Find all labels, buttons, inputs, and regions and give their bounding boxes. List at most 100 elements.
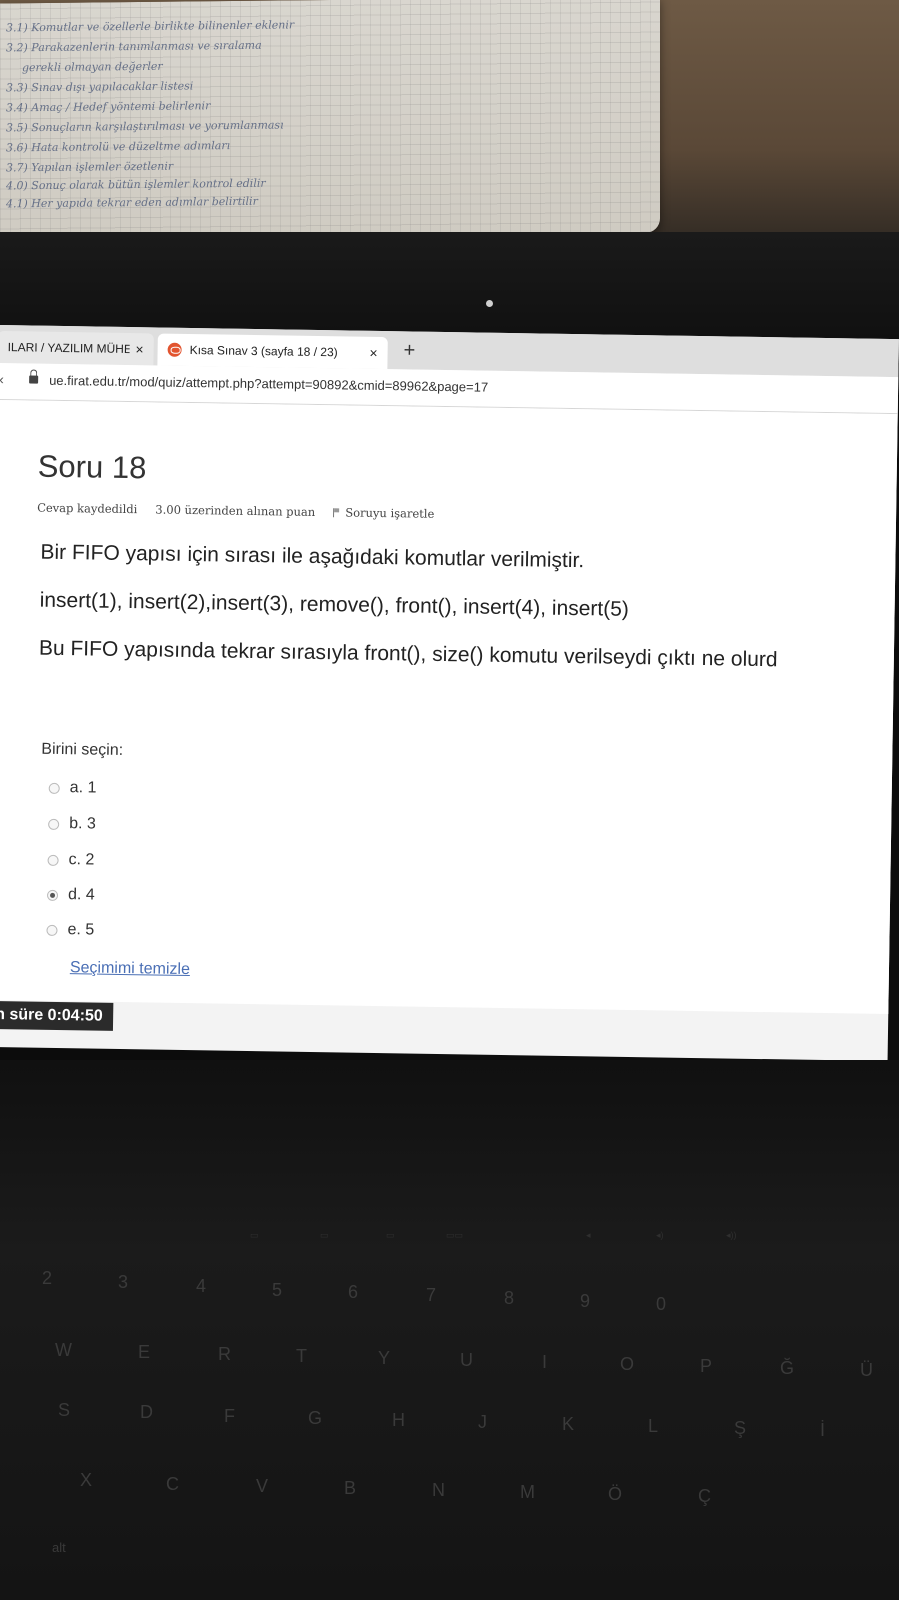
key: D — [140, 1402, 153, 1422]
option-label: e. 5 — [67, 921, 95, 939]
key: J — [478, 1412, 487, 1432]
back-arrow-icon[interactable]: ‹ — [0, 371, 4, 387]
key: K — [562, 1414, 575, 1434]
function-key: ◂) — [656, 1230, 664, 1240]
note-line: 3.4) Amaç / Hedef yöntemi belirlenir — [6, 99, 211, 115]
option-label: c. 2 — [68, 851, 95, 869]
tab-label: Kısa Sınav 3 (sayfa 18 / 23) — [189, 342, 338, 360]
new-tab-button[interactable]: + — [403, 339, 415, 362]
key: S — [58, 1400, 71, 1420]
option-e[interactable]: e. 5 — [46, 921, 94, 940]
timer: n süre 0:04:50 — [0, 1000, 113, 1031]
note-line: 4.0) Sonuç olarak bütün işlemler kontrol… — [6, 176, 266, 193]
tab-quiz[interactable]: Kısa Sınav 3 (sayfa 18 / 23) × — [157, 333, 388, 370]
key: 2 — [42, 1268, 53, 1288]
tab-label: ILARI / YAZILIM MÜHEN — [7, 340, 130, 357]
key: 3 — [118, 1272, 129, 1292]
key: 5 — [272, 1280, 283, 1300]
key: 6 — [348, 1282, 359, 1302]
option-label: d. 4 — [67, 886, 95, 904]
key: V — [256, 1476, 269, 1496]
key: X — [80, 1470, 93, 1490]
timer-value: 0:04:50 — [47, 1006, 103, 1025]
key: alt — [52, 1540, 66, 1555]
lock-icon — [29, 375, 39, 384]
key: Ç — [698, 1486, 711, 1506]
key: F — [224, 1406, 235, 1426]
question-title: Soru 18 — [37, 448, 147, 486]
key: E — [138, 1342, 151, 1362]
key: U — [460, 1350, 473, 1370]
key: 4 — [196, 1276, 207, 1296]
timer-label: n süre — [0, 1006, 44, 1024]
close-icon[interactable]: × — [369, 345, 377, 361]
question-text: Bir FIFO yapısı için sırası ile aşağıdak… — [40, 540, 585, 573]
key: W — [55, 1340, 72, 1360]
question-text: insert(1), insert(2),insert(3), remove()… — [39, 588, 630, 621]
key: 8 — [504, 1288, 515, 1308]
note-line: 3.1) Komutlar ve özellerle birlikte bili… — [6, 18, 295, 35]
flag-question-link[interactable]: Soruyu işaretle — [333, 505, 434, 521]
key: G — [308, 1408, 323, 1428]
note-line: gerekli olmayan değerler — [22, 59, 163, 75]
laptop-keyboard: ▭ ▭ ▭ ▭▭ ◂ ◂) ◂)) 2 3 4 5 6 7 8 9 0 W E … — [0, 1060, 899, 1600]
key: L — [648, 1416, 659, 1436]
key: P — [700, 1356, 713, 1376]
key: 9 — [580, 1291, 591, 1311]
key: H — [392, 1410, 405, 1430]
tab-course[interactable]: ILARI / YAZILIM MÜHEN × — [0, 330, 154, 366]
radio-button[interactable] — [48, 818, 60, 830]
webcam-icon — [486, 300, 493, 307]
key: C — [166, 1474, 179, 1494]
key: I — [542, 1352, 548, 1372]
option-a[interactable]: a. 1 — [48, 779, 97, 798]
function-key: ▭ — [386, 1230, 395, 1240]
quiz-page: Soru 18 Cevap kaydedildi 3.00 üzerinden … — [0, 399, 898, 1015]
clear-selection-link[interactable]: Seçimimi temizle — [70, 959, 190, 979]
radio-button-selected[interactable] — [46, 889, 59, 901]
key: 0 — [656, 1294, 667, 1314]
note-line: 3.2) Parakazenlerin tanımlanması ve sıra… — [6, 38, 262, 55]
moodle-icon — [167, 342, 182, 357]
laptop-bezel — [0, 232, 899, 342]
option-c[interactable]: c. 2 — [47, 851, 95, 870]
radio-button[interactable] — [46, 924, 58, 936]
key: N — [432, 1480, 445, 1500]
option-label: a. 1 — [69, 779, 97, 797]
question-points: 3.00 üzerinden alınan puan — [155, 502, 316, 519]
radio-button[interactable] — [48, 782, 60, 794]
background-desk: 3.1) Komutlar ve özellerle birlikte bili… — [0, 0, 899, 250]
key: Ş — [734, 1418, 747, 1438]
key: T — [296, 1346, 307, 1366]
flag-icon — [333, 508, 341, 518]
option-b[interactable]: b. 3 — [48, 815, 96, 834]
radio-button[interactable] — [47, 854, 59, 866]
function-key: ◂)) — [726, 1230, 737, 1240]
laptop-screen: ILARI / YAZILIM MÜHEN × Kısa Sınav 3 (sa… — [0, 325, 899, 1062]
note-line: 3.6) Hata kontrolü ve düzeltme adımları — [6, 139, 231, 155]
function-key: ▭ — [250, 1230, 259, 1240]
option-d[interactable]: d. 4 — [46, 886, 95, 905]
key: Y — [378, 1348, 391, 1368]
option-label: b. 3 — [69, 815, 96, 833]
question-status: Cevap kaydedildi — [37, 500, 138, 517]
key: R — [218, 1344, 231, 1364]
key: Ü — [860, 1360, 873, 1380]
note-line: 3.3) Sınav dışı yapılacaklar listesi — [6, 79, 194, 95]
function-key: ▭ — [320, 1230, 329, 1240]
key: M — [520, 1482, 535, 1502]
question-text: Bu FIFO yapısında tekrar sırasıyla front… — [38, 636, 778, 672]
handwritten-notes-paper: 3.1) Komutlar ve özellerle birlikte bili… — [0, 0, 660, 240]
note-line: 4.1) Her yapıda tekrar eden adımlar beli… — [6, 194, 258, 211]
note-line: 3.5) Sonuçların karşılaştırılması ve yor… — [6, 118, 284, 135]
close-icon[interactable]: × — [135, 341, 143, 357]
url-text[interactable]: ue.firat.edu.tr/mod/quiz/attempt.php?att… — [49, 373, 488, 395]
key: O — [620, 1354, 635, 1374]
function-key: ◂ — [586, 1230, 591, 1240]
flag-label: Soruyu işaretle — [345, 505, 435, 521]
note-line: 3.7) Yapılan işlemler özetlenir — [6, 159, 174, 175]
key: Ğ — [780, 1358, 795, 1378]
answer-prompt: Birini seçin: — [41, 740, 124, 759]
question-meta: Cevap kaydedildi 3.00 üzerinden alınan p… — [37, 501, 434, 521]
key: 7 — [426, 1285, 437, 1305]
